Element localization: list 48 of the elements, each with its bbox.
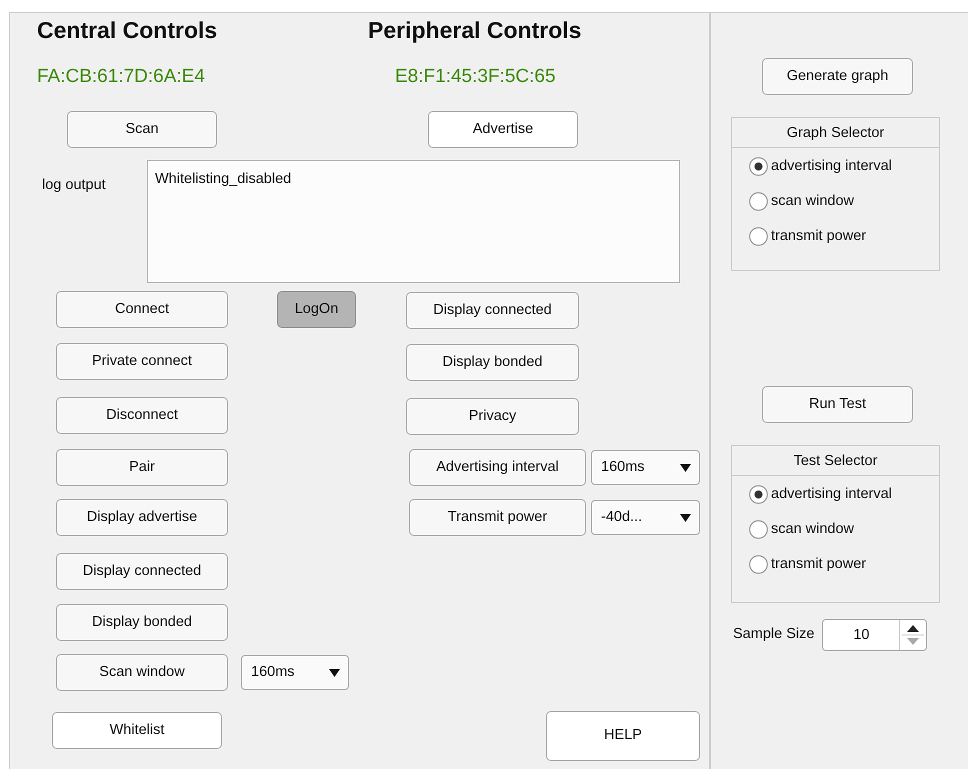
button[interactable]: Display bonded (56, 604, 228, 641)
device-address: FA:CB:61:7D:6A:E4 (37, 67, 206, 89)
group-title: Graph Selector (732, 118, 939, 148)
field-label: log output (42, 176, 107, 195)
button[interactable]: Advertising interval (409, 449, 586, 486)
button[interactable]: Scan window (56, 654, 228, 691)
panel-title: Central Controls (37, 19, 218, 45)
device-address: E8:F1:45:3F:5C:65 (395, 67, 556, 89)
button[interactable]: Privacy (406, 398, 579, 435)
dropdown[interactable]: -40d... (591, 500, 700, 535)
radio-button[interactable] (749, 520, 768, 539)
radio-option[interactable]: transmit power (749, 547, 939, 582)
caret-icon (680, 512, 691, 522)
button[interactable]: Connect (56, 291, 228, 328)
button[interactable]: Transmit power (409, 499, 586, 536)
button[interactable]: Disconnect (56, 397, 228, 434)
caret-icon (329, 668, 340, 678)
radio-option[interactable]: scan window (749, 512, 939, 547)
button[interactable]: Run Test (762, 386, 913, 423)
number-spinner[interactable]: 10 (822, 619, 928, 651)
button[interactable]: Generate graph (762, 58, 913, 95)
button[interactable]: Whitelist (52, 712, 222, 749)
radio-button[interactable] (749, 192, 768, 211)
caret-icon (680, 462, 691, 472)
radio-option[interactable]: advertising interval (749, 149, 939, 184)
button[interactable]: Scan (67, 111, 217, 148)
radio-button[interactable] (749, 157, 768, 176)
radio-option[interactable]: advertising interval (749, 477, 939, 512)
dropdown[interactable]: 160ms (241, 655, 349, 690)
button[interactable]: LogOn (277, 291, 356, 328)
button[interactable]: HELP (546, 711, 700, 761)
button[interactable]: Advertise (428, 111, 578, 148)
radio-button[interactable] (749, 227, 768, 246)
button[interactable]: Pair (56, 449, 228, 486)
dropdown[interactable]: 160ms (591, 450, 700, 485)
log-output-field[interactable]: Whitelisting_disabled (147, 160, 680, 283)
radio-button[interactable] (749, 485, 768, 504)
button[interactable]: Display advertise (56, 499, 228, 536)
radio-option[interactable]: scan window (749, 184, 939, 219)
group-title: Test Selector (732, 446, 939, 476)
button[interactable]: Display connected (56, 553, 228, 590)
button[interactable]: Display connected (406, 292, 579, 329)
button[interactable]: Display bonded (406, 344, 579, 381)
button[interactable]: Private connect (56, 343, 228, 380)
radio-option[interactable]: transmit power (749, 219, 939, 254)
field-label: Sample Size (733, 625, 814, 644)
panel-title: Peripheral Controls (368, 19, 582, 45)
radio-button[interactable] (749, 555, 768, 574)
